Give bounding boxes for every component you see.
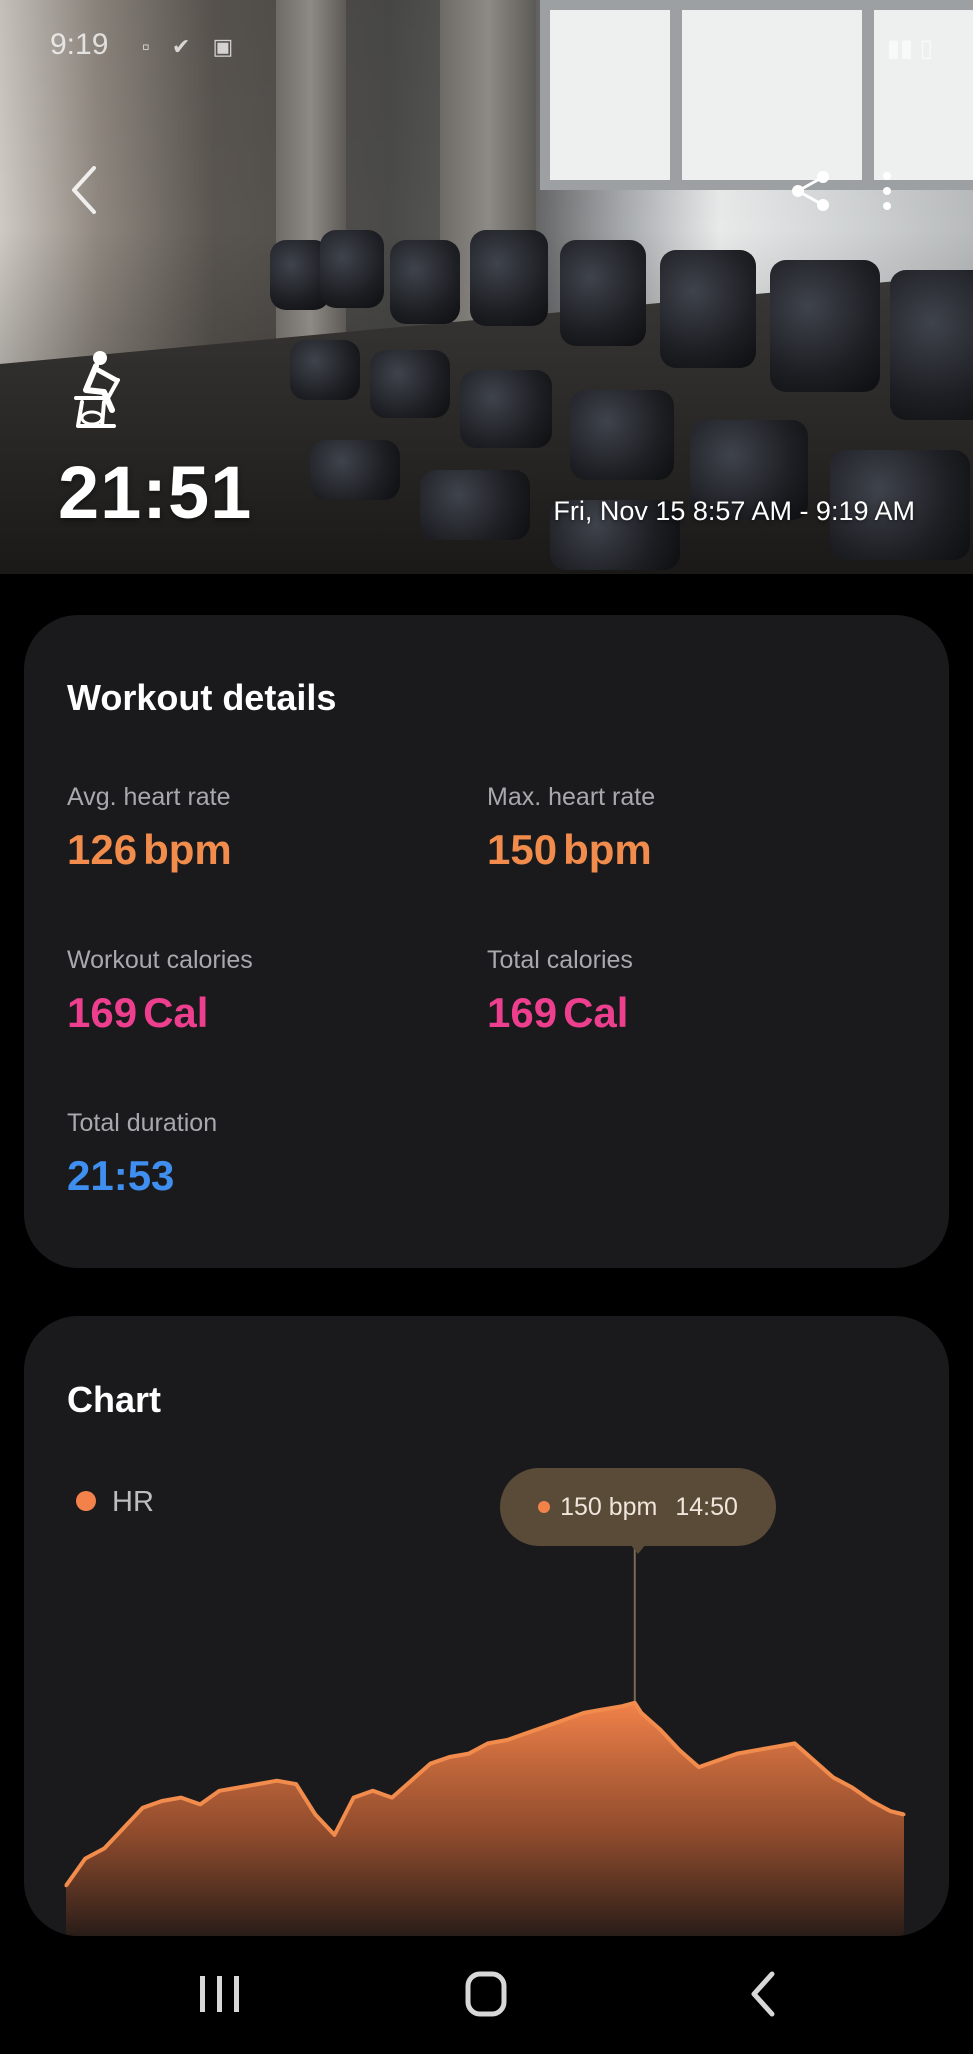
hr-point bbox=[102, 1846, 106, 1850]
hr-point bbox=[122, 1826, 125, 1830]
hr-point bbox=[217, 1789, 221, 1793]
hr-point bbox=[735, 1752, 739, 1756]
hr-point bbox=[678, 1748, 682, 1752]
total-calories: Total calories 169 Cal bbox=[487, 946, 633, 1037]
hr-point bbox=[294, 1782, 298, 1786]
hr-point bbox=[505, 1738, 509, 1742]
hr-point bbox=[754, 1748, 758, 1752]
metric-label: Total calories bbox=[487, 946, 633, 974]
tooltip-dot bbox=[538, 1500, 551, 1513]
hr-point bbox=[563, 1718, 567, 1722]
card-title: Workout details bbox=[67, 677, 337, 718]
hr-point bbox=[198, 1802, 202, 1806]
status-bar: 9:19 ▫ ✔ ▣ ▮▮ ▯ bbox=[0, 0, 973, 90]
hr-point bbox=[256, 1782, 260, 1786]
metric-label: Workout calories bbox=[67, 946, 253, 974]
back-arrow-icon[interactable] bbox=[60, 160, 110, 220]
total-duration: Total duration 21:53 bbox=[67, 1109, 217, 1200]
tooltip-value: 150 bpm bbox=[560, 1493, 658, 1521]
hr-point bbox=[889, 1809, 893, 1813]
home-icon[interactable] bbox=[456, 1966, 516, 2022]
more-options-icon[interactable] bbox=[872, 168, 902, 214]
hr-point bbox=[64, 1884, 68, 1888]
max-heart-rate: Max. heart rate 150 bpm bbox=[487, 783, 655, 874]
hr-point bbox=[467, 1752, 471, 1756]
hr-point bbox=[639, 1711, 643, 1715]
stationary-bike-icon bbox=[74, 351, 120, 428]
hr-point bbox=[793, 1741, 797, 1745]
hr-point bbox=[774, 1745, 777, 1749]
hr-area-fill bbox=[66, 1702, 904, 1936]
chart-tooltip: 150 bpm 14:50 bbox=[500, 1468, 776, 1546]
hr-point bbox=[141, 1806, 145, 1810]
workout-hero-image: 9:19 ▫ ✔ ▣ ▮▮ ▯ 21:51 Fri, Nov 15 8:57 A… bbox=[0, 0, 973, 574]
metric-value: 150 bpm bbox=[487, 826, 652, 873]
workout-calories: Workout calories 169 Cal bbox=[67, 946, 253, 1037]
hr-point bbox=[582, 1711, 586, 1715]
hr-point bbox=[333, 1833, 336, 1837]
chart-card: Chart HR 150 bpm 14:50 bbox=[24, 1316, 949, 1936]
system-nav-bar bbox=[0, 1936, 973, 2054]
hr-point bbox=[313, 1813, 317, 1816]
metric-label: Avg. heart rate bbox=[67, 783, 231, 811]
hr-point bbox=[697, 1765, 701, 1769]
metric-label: Max. heart rate bbox=[487, 783, 656, 811]
hr-point bbox=[352, 1796, 356, 1800]
hr-point bbox=[409, 1779, 413, 1783]
tooltip-pointer bbox=[630, 1544, 646, 1554]
workout-details-card: Workout details Avg. heart rate 126 bpm M… bbox=[24, 615, 949, 1268]
workout-time-range: Fri, Nov 15 8:57 AM - 9:19 AM bbox=[553, 496, 915, 526]
hr-point bbox=[448, 1755, 451, 1759]
hr-point bbox=[620, 1704, 624, 1708]
hr-point bbox=[812, 1758, 816, 1762]
hr-point bbox=[237, 1786, 241, 1789]
hr-point bbox=[371, 1789, 375, 1793]
battery-signal-icons: ▮▮ ▯ bbox=[886, 35, 933, 62]
hr-point bbox=[486, 1741, 490, 1745]
hr-point bbox=[869, 1799, 873, 1803]
hr-point bbox=[543, 1725, 547, 1728]
recent-apps-icon[interactable] bbox=[190, 1966, 250, 2022]
status-time: 9:19 bbox=[50, 28, 109, 61]
hr-point bbox=[160, 1799, 164, 1803]
hr-point bbox=[275, 1779, 279, 1783]
metric-value: 169 Cal bbox=[487, 989, 629, 1036]
hr-point bbox=[428, 1762, 432, 1766]
hr-point bbox=[902, 1813, 906, 1816]
metric-label: Total duration bbox=[67, 1109, 218, 1137]
share-icon[interactable] bbox=[788, 168, 834, 214]
hr-chart[interactable] bbox=[24, 1316, 949, 1936]
hr-point bbox=[633, 1701, 637, 1705]
hr-point bbox=[179, 1796, 183, 1800]
hr-point bbox=[524, 1731, 528, 1735]
hr-point bbox=[390, 1796, 394, 1800]
hr-point bbox=[83, 1857, 87, 1861]
metric-value: 21:53 bbox=[67, 1152, 175, 1199]
tooltip-time: 14:50 bbox=[675, 1493, 738, 1521]
workout-duration: 21:51 bbox=[58, 451, 253, 534]
avg-heart-rate: Avg. heart rate 126 bpm bbox=[67, 783, 232, 874]
hr-point bbox=[850, 1786, 854, 1789]
hr-point bbox=[716, 1758, 720, 1762]
metric-value: 126 bpm bbox=[67, 826, 232, 873]
notification-icons: ▫ ✔ ▣ bbox=[142, 34, 242, 59]
back-nav-icon[interactable] bbox=[734, 1966, 794, 2022]
hr-series bbox=[64, 1700, 906, 1936]
hr-point bbox=[601, 1708, 605, 1711]
hr-point bbox=[831, 1775, 835, 1779]
hr-point bbox=[659, 1728, 662, 1732]
metric-value: 169 Cal bbox=[67, 989, 209, 1036]
